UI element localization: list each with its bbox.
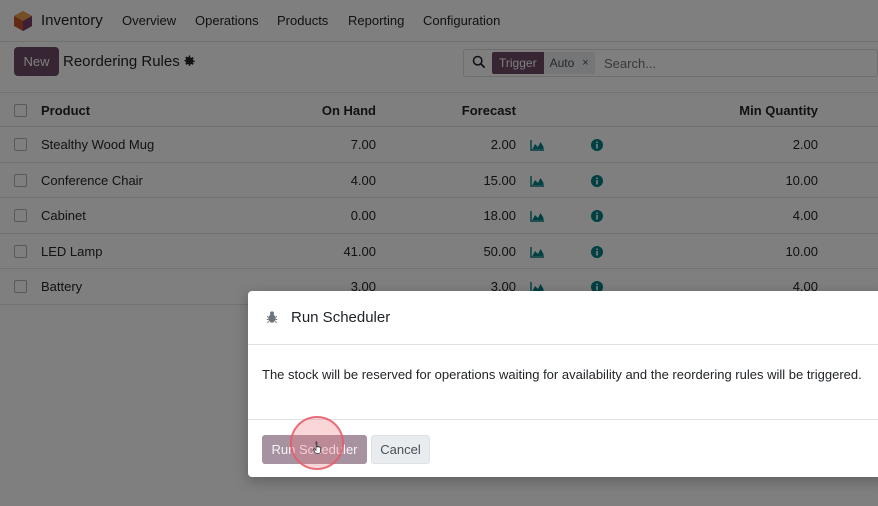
dialog-title: Run Scheduler: [291, 309, 391, 326]
cancel-button[interactable]: Cancel: [371, 435, 430, 464]
dialog-header: Run Scheduler: [248, 291, 878, 345]
dialog-message: The stock will be reserved for operation…: [262, 367, 862, 382]
hand-cursor-icon: [313, 441, 321, 454]
bug-icon: [266, 311, 278, 324]
